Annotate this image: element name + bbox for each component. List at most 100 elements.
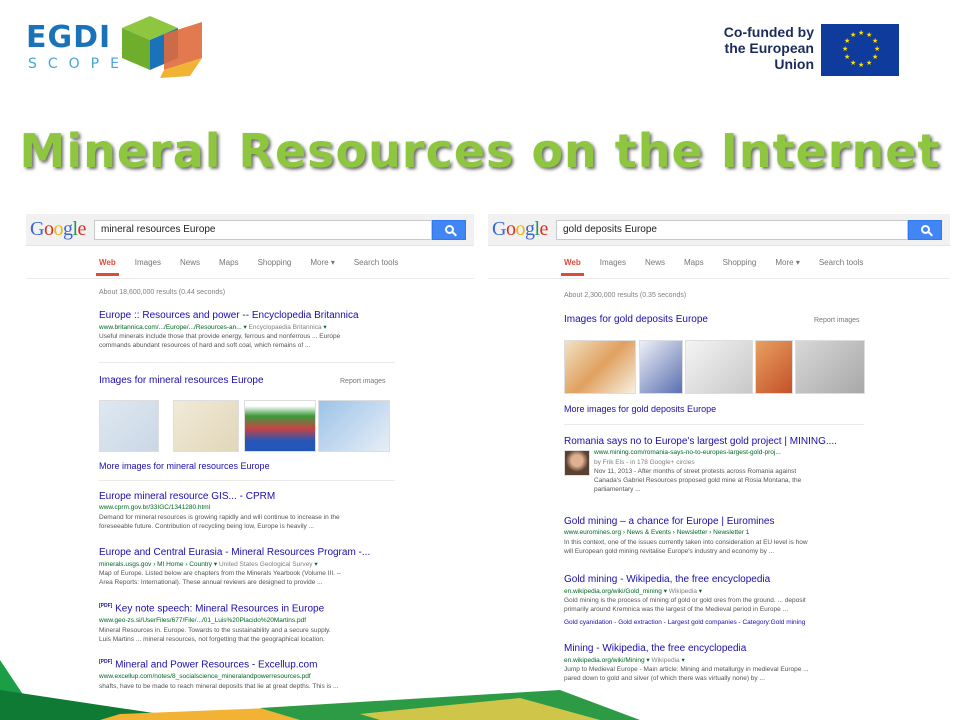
result-source: Wikipedia bbox=[651, 657, 680, 664]
result-title-text: Mineral and Power Resources - Excellup.c… bbox=[115, 659, 318, 671]
svg-text:★: ★ bbox=[872, 53, 878, 61]
report-images-link[interactable]: Report images bbox=[340, 378, 386, 385]
image-thumbnail[interactable] bbox=[244, 400, 316, 452]
egdi-scope-logo: EGDI SCOPE bbox=[26, 16, 216, 80]
result-title[interactable]: Romania says no to Europe's largest gold… bbox=[564, 436, 837, 447]
tab-search-tools[interactable]: Search tools bbox=[819, 258, 863, 267]
result-url: en.wikipedia.org/wiki/Gold_mining ▾ Wiki… bbox=[564, 588, 703, 595]
svg-text:★: ★ bbox=[872, 37, 878, 45]
snippet-line: Canada's Gabriel Resources proposed gold… bbox=[594, 477, 802, 484]
result-url: en.wikipedia.org/wiki/Mining ▾ Wikipedia… bbox=[564, 657, 685, 664]
image-thumbnail[interactable] bbox=[173, 400, 239, 452]
google-topbar: Google mineral resources Europe bbox=[26, 214, 474, 246]
eu-cofunded-text: Co-funded by the European Union bbox=[686, 24, 814, 72]
tab-images[interactable]: Images bbox=[135, 258, 161, 267]
svg-text:★: ★ bbox=[858, 61, 864, 69]
google-search-screenshot-left: Google mineral resources Europe Web Imag… bbox=[26, 214, 474, 698]
pdf-tag: [PDF] bbox=[99, 659, 113, 665]
image-thumbnail[interactable] bbox=[564, 340, 636, 394]
google-search-screenshot-right: Google gold deposits Europe Web Images N… bbox=[488, 214, 950, 698]
svg-text:★: ★ bbox=[874, 45, 880, 53]
snippet-line: Useful minerals include those that provi… bbox=[99, 333, 341, 340]
svg-text:★: ★ bbox=[842, 45, 848, 53]
tab-images[interactable]: Images bbox=[600, 258, 626, 267]
snippet-line: commands abundant resources of hard and … bbox=[99, 342, 311, 349]
google-topbar: Google gold deposits Europe bbox=[488, 214, 950, 246]
more-images-link[interactable]: More images for gold deposits Europe bbox=[564, 404, 716, 414]
snippet-line: Gold mining is the process of mining of … bbox=[564, 597, 806, 604]
result-snippet: Demand for mineral resources is growing … bbox=[99, 513, 399, 531]
svg-text:★: ★ bbox=[850, 31, 856, 39]
result-snippet: by Frik Els - in 178 Google+ circles Nov… bbox=[594, 458, 864, 494]
search-input[interactable]: mineral resources Europe bbox=[94, 220, 432, 240]
result-stats: About 18,600,000 results (0.44 seconds) bbox=[99, 289, 226, 296]
snippet-line: foreseeable future. Contribution of recy… bbox=[99, 523, 314, 530]
result-title[interactable]: [PDF] Mineral and Power Resources - Exce… bbox=[99, 659, 317, 670]
result-url-text: www.britannica.com/.../Europe/.../Resour… bbox=[99, 324, 242, 331]
tab-shopping[interactable]: Shopping bbox=[258, 258, 292, 267]
image-thumbnail[interactable] bbox=[755, 340, 793, 394]
result-url: www.mining.com/romania-says-no-to-europe… bbox=[594, 449, 781, 456]
tab-more[interactable]: More ▾ bbox=[775, 258, 799, 267]
search-input[interactable]: gold deposits Europe bbox=[556, 220, 908, 240]
result-source: Encyclopaedia Britannica bbox=[248, 324, 322, 331]
tab-web[interactable]: Web bbox=[561, 258, 584, 276]
result-snippet: Gold mining is the process of mining of … bbox=[564, 596, 864, 614]
result-url: minerals.usgs.gov › MI Home › Country ▾ … bbox=[99, 561, 318, 568]
search-button[interactable] bbox=[908, 220, 942, 240]
eu-flag-icon: ★ ★ ★ ★ ★ ★ ★ ★ ★ ★ ★ ★ bbox=[821, 24, 899, 76]
search-tabs: Web Images News Maps Shopping More ▾ Sea… bbox=[561, 258, 882, 276]
search-button[interactable] bbox=[432, 220, 466, 240]
tab-maps[interactable]: Maps bbox=[684, 258, 704, 267]
report-images-link[interactable]: Report images bbox=[814, 317, 860, 324]
search-tabs: Web Images News Maps Shopping More ▾ Sea… bbox=[96, 258, 417, 276]
tab-news[interactable]: News bbox=[180, 258, 200, 267]
result-title[interactable]: Europe and Central Eurasia - Mineral Res… bbox=[99, 547, 370, 558]
tab-maps[interactable]: Maps bbox=[219, 258, 239, 267]
images-header-link[interactable]: Images for gold deposits Europe bbox=[564, 314, 708, 325]
result-snippet: Jump to Medieval Europe - Main article: … bbox=[564, 665, 864, 683]
more-images-link[interactable]: More images for mineral resources Europe bbox=[99, 461, 270, 471]
author-avatar bbox=[564, 450, 590, 476]
result-stats: About 2,300,000 results (0.35 seconds) bbox=[564, 292, 687, 299]
snippet-line: pared down to gold and silver (of which … bbox=[564, 675, 765, 682]
logo-text: EGDI bbox=[26, 20, 112, 55]
image-thumbnail[interactable] bbox=[795, 340, 865, 394]
tab-web[interactable]: Web bbox=[96, 258, 119, 276]
tab-more[interactable]: More ▾ bbox=[310, 258, 334, 267]
snippet-line: Demand for mineral resources is growing … bbox=[99, 514, 340, 521]
result-url: www.cprm.gov.br/33IGC/1341280.html bbox=[99, 504, 211, 511]
google-logo: Google bbox=[30, 218, 86, 240]
snippet-line: primarily around Kremnica was the larges… bbox=[564, 606, 788, 613]
tab-shopping[interactable]: Shopping bbox=[723, 258, 757, 267]
result-url-text: en.wikipedia.org/wiki/Mining bbox=[564, 657, 645, 664]
result-title[interactable]: Gold mining – a chance for Europe | Euro… bbox=[564, 516, 775, 527]
result-title[interactable]: Gold mining - Wikipedia, the free encycl… bbox=[564, 574, 770, 585]
tab-news[interactable]: News bbox=[645, 258, 665, 267]
result-url: www.euromines.org › News & Events › News… bbox=[564, 529, 750, 536]
svg-text:★: ★ bbox=[844, 53, 850, 61]
result-snippet: shafts, have to be made to reach mineral… bbox=[99, 683, 339, 690]
snippet-line: Nov 11, 2013 - After months of street pr… bbox=[594, 468, 797, 475]
result-title[interactable]: Mining - Wikipedia, the free encyclopedi… bbox=[564, 643, 746, 654]
images-header-link[interactable]: Images for mineral resources Europe bbox=[99, 375, 264, 386]
snippet-line: Map of Europe. Listed below are chapters… bbox=[99, 570, 342, 577]
result-snippet: Useful minerals include those that provi… bbox=[99, 332, 399, 350]
result-title-text: Key note speech: Mineral Resources in Eu… bbox=[115, 603, 325, 615]
image-thumbnail[interactable] bbox=[685, 340, 753, 394]
snippet-line: In this context, one of the issues curre… bbox=[564, 539, 808, 546]
result-title[interactable]: Europe :: Resources and power -- Encyclo… bbox=[99, 310, 359, 321]
image-thumbnail[interactable] bbox=[99, 400, 159, 452]
image-thumbnail[interactable] bbox=[318, 400, 390, 452]
logo-subtext: SCOPE bbox=[28, 56, 130, 72]
google-logo: Google bbox=[492, 218, 548, 240]
tab-search-tools[interactable]: Search tools bbox=[354, 258, 398, 267]
image-thumbnail[interactable] bbox=[639, 340, 683, 394]
eu-line-1: Co-funded by bbox=[723, 24, 814, 40]
result-title[interactable]: Europe mineral resource GIS... - CPRM bbox=[99, 491, 275, 502]
sitelinks[interactable]: Gold cyanidation - Gold extraction - Lar… bbox=[564, 618, 874, 627]
result-url: www.britannica.com/.../Europe/.../Resour… bbox=[99, 324, 327, 331]
result-title[interactable]: [PDF] Key note speech: Mineral Resources… bbox=[99, 603, 324, 614]
slide-title: Mineral Resources on the Internet bbox=[19, 124, 941, 178]
snippet-line: Jump to Medieval Europe - Main article: … bbox=[564, 666, 809, 673]
